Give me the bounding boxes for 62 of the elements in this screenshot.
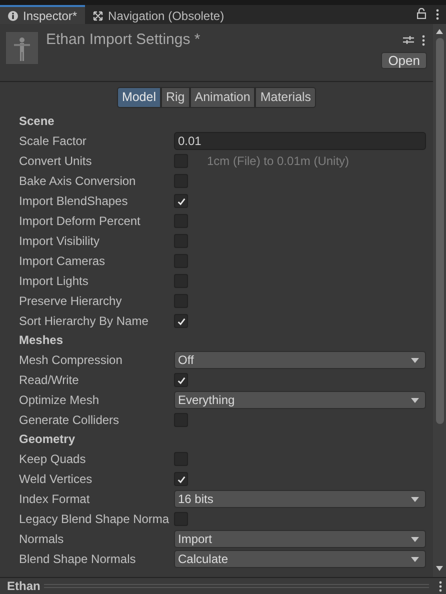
checkbox[interactable] [174, 373, 188, 387]
section-heading: Scene [19, 113, 56, 130]
section-heading: Meshes [19, 332, 64, 349]
field-label: Index Format [19, 491, 91, 508]
dropdown[interactable]: 16 bits [174, 490, 426, 508]
checkmark-icon [176, 474, 186, 484]
dropdown[interactable]: Calculate [174, 550, 426, 568]
lock-icon[interactable] [417, 8, 426, 19]
field-label: Generate Colliders [19, 412, 120, 429]
field-label: Legacy Blend Shape Norma [19, 511, 170, 528]
checkmark-icon [176, 376, 186, 384]
field-label: Import Lights [19, 273, 90, 290]
info-icon [8, 10, 18, 20]
dropdown-arrow-icon [411, 556, 419, 562]
checkbox[interactable] [174, 314, 188, 328]
scrollbar-thumb[interactable] [436, 38, 444, 424]
dropdown[interactable]: Off [174, 351, 426, 369]
section-heading: Geometry [19, 431, 76, 448]
field-label: Weld Vertices [19, 471, 94, 488]
checkmark-icon [176, 196, 186, 206]
dropdown-arrow-icon [411, 358, 419, 362]
field-label: Scale Factor [19, 133, 88, 150]
open-button[interactable]: Open [381, 52, 427, 69]
dropdown-arrow-icon [411, 496, 419, 502]
more-options-icon[interactable] [436, 9, 439, 20]
field-label: Bake Axis Conversion [19, 173, 137, 190]
unit-note: 1cm (File) to 0.01m (Unity) [207, 153, 350, 170]
field-label: Sort Hierarchy By Name [19, 313, 150, 330]
field-label: Convert Units [19, 153, 93, 170]
dropdown-arrow-icon [411, 398, 419, 402]
scroll-down-icon[interactable] [436, 566, 443, 571]
importer-tab[interactable]: Materials [255, 87, 316, 108]
scroll-up-icon[interactable] [436, 29, 443, 34]
dropdown[interactable]: Import [174, 530, 426, 548]
sliders-icon[interactable] [403, 35, 414, 45]
expand-arrows-icon [93, 10, 104, 20]
asset-title: Ethan Import Settings * [46, 30, 200, 50]
checkbox[interactable] [174, 194, 188, 208]
importer-tab[interactable]: Model [116, 87, 161, 108]
input-field[interactable]: 0.01 [174, 132, 426, 150]
field-label: Blend Shape Normals [19, 551, 137, 568]
field-label: Import Cameras [19, 253, 106, 270]
checkmark-icon [176, 316, 186, 326]
more-options-icon[interactable] [422, 34, 425, 46]
field-label: Mesh Compression [19, 352, 124, 369]
importer-tab[interactable]: Rig [160, 87, 190, 108]
field-label: Normals [19, 531, 65, 548]
checkbox[interactable] [174, 472, 188, 486]
importer-tab[interactable]: Animation [190, 87, 256, 108]
more-options-icon[interactable] [439, 580, 442, 592]
preview-title: Ethan [7, 578, 40, 594]
window-tab[interactable]: Inspector* [0, 5, 86, 24]
field-label: Optimize Mesh [19, 392, 100, 409]
field-label: Import BlendShapes [19, 193, 129, 210]
scrollbar[interactable] [433, 24, 446, 577]
dropdown[interactable]: Everything [174, 391, 426, 409]
field-label: Keep Quads [19, 451, 87, 468]
field-label: Import Deform Percent [19, 213, 142, 230]
dropdown-arrow-icon [411, 536, 419, 542]
field-label: Import Visibility [19, 233, 100, 250]
field-label: Preserve Hierarchy [19, 293, 123, 310]
field-label: Read/Write [19, 372, 80, 389]
